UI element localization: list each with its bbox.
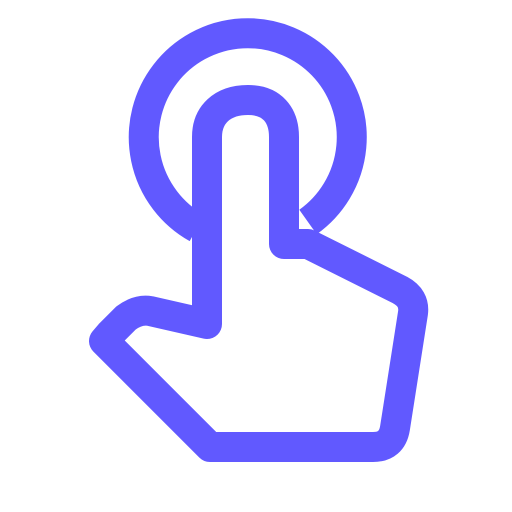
tap-gesture-icon-graphic [89, 18, 429, 462]
icon-canvas [0, 0, 512, 512]
tap-gesture-icon [0, 0, 512, 512]
tap-ripple-ring [128, 18, 367, 242]
